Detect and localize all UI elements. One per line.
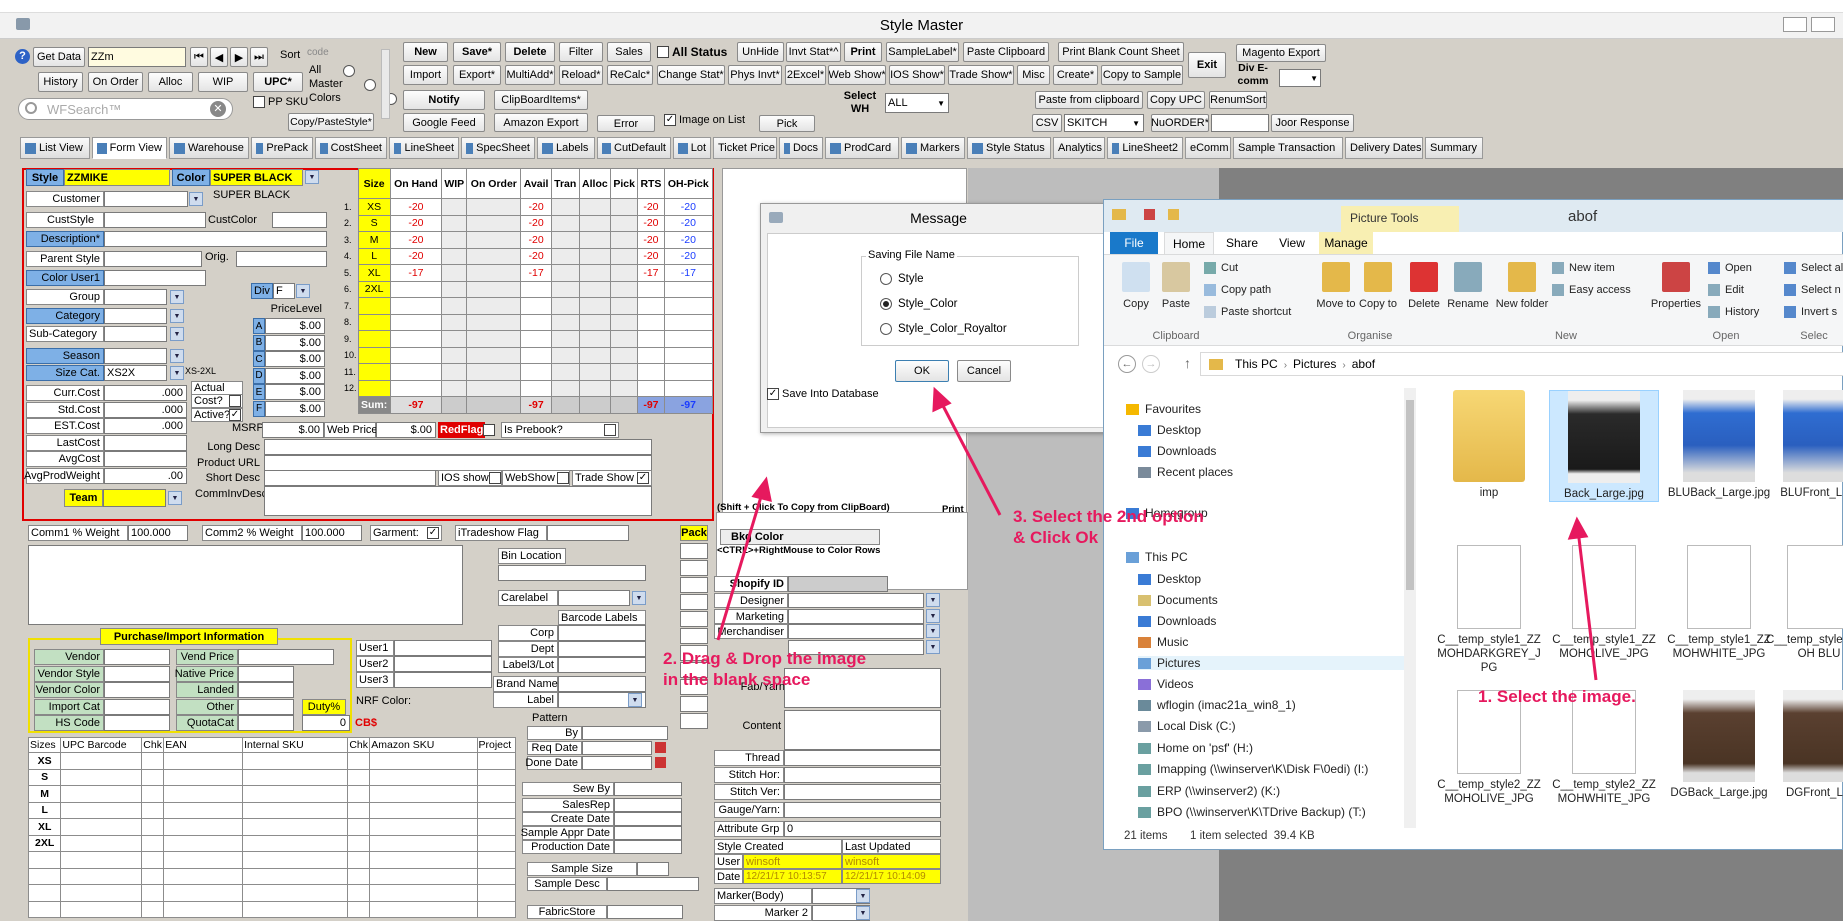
annotation-step3b: & Click Ok xyxy=(1013,528,1099,547)
annotation-step2b: in the blank space xyxy=(663,670,811,689)
annotation-arrows xyxy=(716,386,1598,681)
annotation-step2a: 2. Drag & Drop the image xyxy=(663,649,867,668)
annotation-step1: 1. Select the image. xyxy=(1478,687,1636,706)
annotation-step3a: 3. Select the 2nd option xyxy=(1013,507,1204,526)
